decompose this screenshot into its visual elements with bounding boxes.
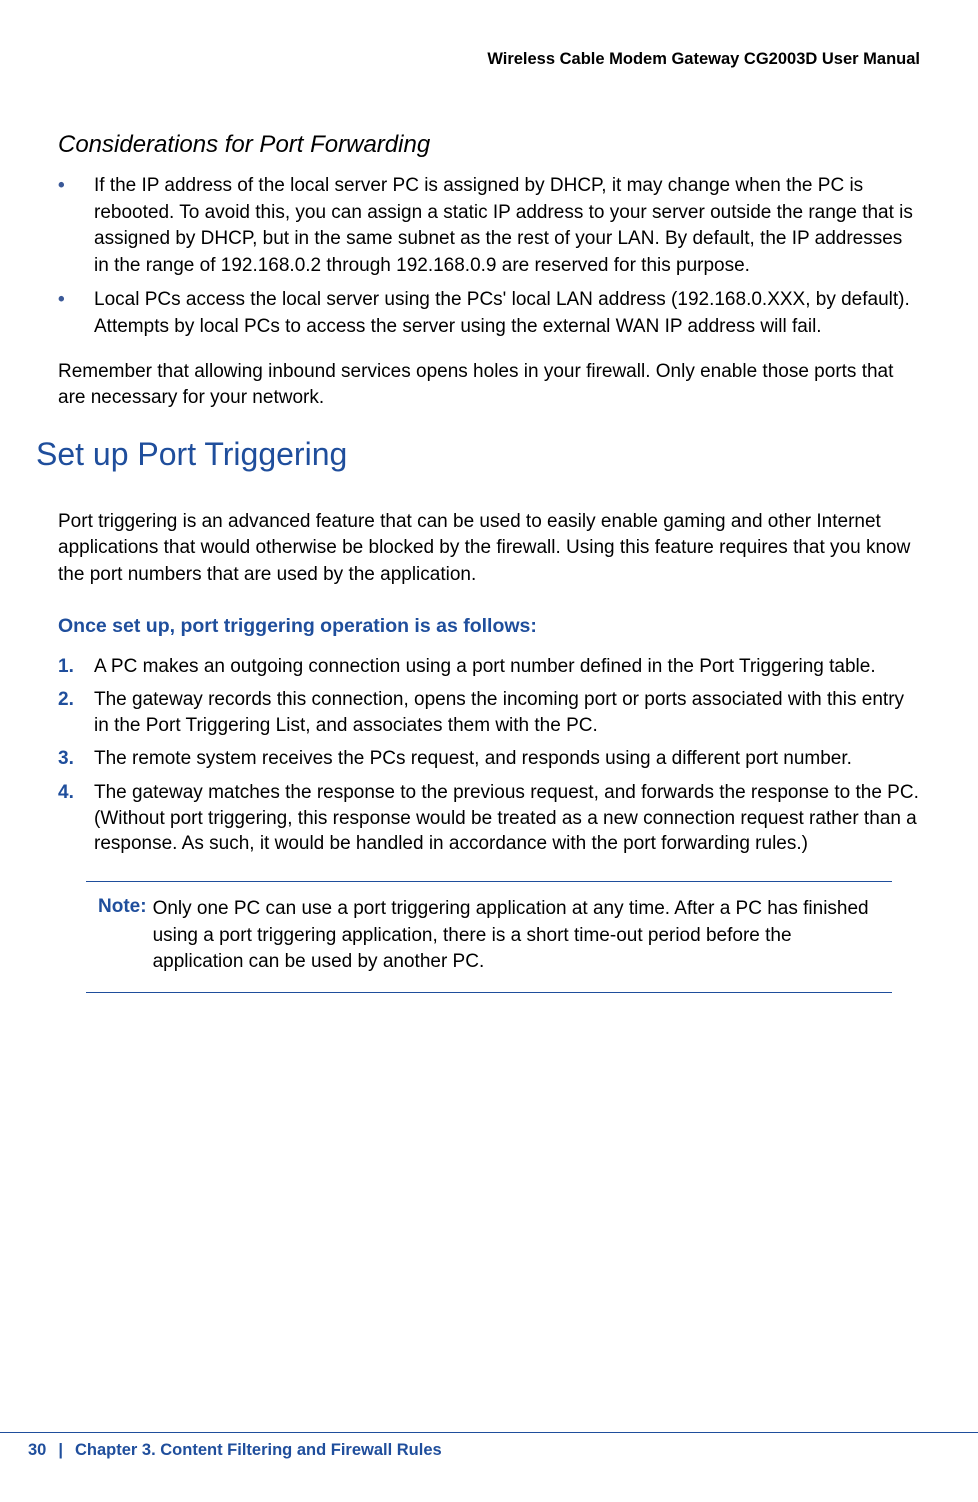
step-number: 2. [58, 687, 94, 738]
step-number: 1. [58, 654, 94, 680]
operation-steps-list: 1. A PC makes an outgoing connection usi… [58, 654, 920, 857]
intro-paragraph: Port triggering is an advanced feature t… [58, 509, 920, 589]
document-header-title: Wireless Cable Modem Gateway CG2003D Use… [58, 50, 920, 69]
list-item: 4. The gateway matches the response to t… [58, 780, 920, 857]
closing-paragraph: Remember that allowing inbound services … [58, 359, 920, 412]
bullet-text: If the IP address of the local server PC… [94, 173, 920, 279]
bullet-icon: • [58, 287, 94, 340]
step-number: 4. [58, 780, 94, 857]
list-item: 2. The gateway records this connection, … [58, 687, 920, 738]
considerations-heading: Considerations for Port Forwarding [58, 131, 920, 159]
list-item: • Local PCs access the local server usin… [58, 287, 920, 340]
step-number: 3. [58, 746, 94, 772]
footer-separator: | [58, 1441, 63, 1460]
note-text: Only one PC can use a port triggering ap… [153, 896, 882, 976]
port-triggering-heading: Set up Port Triggering [36, 436, 920, 473]
bullet-icon: • [58, 173, 94, 279]
bullet-text: Local PCs access the local server using … [94, 287, 920, 340]
list-item: 3. The remote system receives the PCs re… [58, 746, 920, 772]
footer-chapter-title: Chapter 3. Content Filtering and Firewal… [75, 1441, 442, 1460]
step-text: The remote system receives the PCs reque… [94, 746, 920, 772]
step-text: The gateway matches the response to the … [94, 780, 920, 857]
page-footer: 30 | Chapter 3. Content Filtering and Fi… [0, 1432, 978, 1460]
note-label: Note: [98, 896, 153, 976]
step-text: A PC makes an outgoing connection using … [94, 654, 920, 680]
considerations-bullet-list: • If the IP address of the local server … [58, 173, 920, 341]
list-item: • If the IP address of the local server … [58, 173, 920, 279]
footer-page-number: 30 [28, 1441, 46, 1460]
note-callout: Note: Only one PC can use a port trigger… [86, 881, 892, 993]
operation-subheading: Once set up, port triggering operation i… [58, 615, 920, 638]
step-text: The gateway records this connection, ope… [94, 687, 920, 738]
list-item: 1. A PC makes an outgoing connection usi… [58, 654, 920, 680]
